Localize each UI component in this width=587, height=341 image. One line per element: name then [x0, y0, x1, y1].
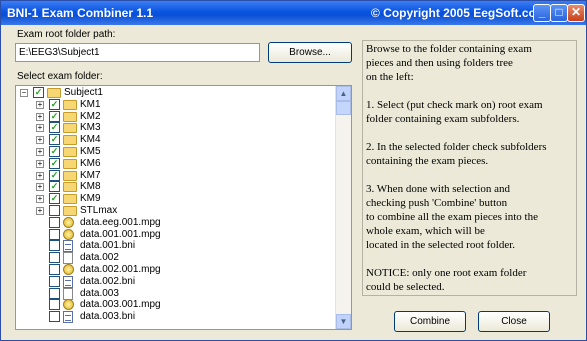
folder-tree[interactable]: − ✓ Subject1 + ✓ KM1 + ✓ KM2 + ✓ KM3 + ✓ KM4 + ✓ KM5 + ✓ KM6…	[15, 85, 352, 330]
folder-icon	[63, 194, 77, 205]
instructions-panel: Browse to the folder containing exam pie…	[362, 40, 577, 296]
expand-icon[interactable]: +	[36, 124, 44, 133]
window-title: BNI-1 Exam Combiner 1.1	[7, 6, 154, 20]
tree-item-label: KM4	[80, 134, 101, 146]
tree-item-checkbox[interactable]	[49, 252, 60, 264]
tree-item-label: data.003.bni	[80, 311, 136, 323]
tree-item-checkbox[interactable]: ✓	[49, 98, 60, 110]
combine-button[interactable]: Combine	[394, 311, 466, 332]
tree-item-checkbox[interactable]: ✓	[49, 181, 60, 193]
tree-item-label: KM7	[80, 169, 101, 181]
scroll-thumb[interactable]	[336, 101, 351, 115]
root-path-label: Exam root folder path:	[17, 29, 116, 40]
tree-item-checkbox[interactable]	[49, 205, 60, 216]
tree-item-checkbox[interactable]: ✓	[33, 87, 44, 98]
expand-icon[interactable]: +	[36, 171, 44, 180]
tree-item-checkbox[interactable]: ✓	[49, 122, 60, 134]
close-button[interactable]: Close	[478, 311, 550, 332]
tree-item-label: KM9	[80, 193, 101, 205]
tree-item-label: data.002.bni	[80, 275, 136, 287]
tree-item-checkbox[interactable]	[49, 240, 60, 252]
title-bar[interactable]: BNI-1 Exam Combiner 1.1 © Copyright 2005…	[1, 1, 586, 25]
tree-item-checkbox[interactable]	[49, 228, 60, 240]
maximize-button[interactable]: □	[550, 4, 568, 22]
tree-item-label: KM6	[80, 157, 101, 169]
tree-item-checkbox[interactable]: ✓	[49, 134, 60, 146]
tree-item-label: KM8	[80, 181, 101, 193]
app-window: BNI-1 Exam Combiner 1.1 © Copyright 2005…	[0, 0, 587, 341]
expand-icon[interactable]: +	[36, 100, 44, 109]
scroll-down-button[interactable]: ▼	[336, 314, 351, 329]
expand-icon[interactable]: +	[36, 136, 44, 145]
tree-item-label: KM1	[80, 98, 101, 110]
scroll-up-button[interactable]: ▲	[336, 86, 351, 101]
mpg-file-icon	[63, 264, 74, 275]
expand-icon[interactable]: +	[36, 195, 44, 204]
tree-item-checkbox[interactable]	[49, 311, 60, 323]
bni-file-icon	[63, 275, 73, 288]
tree-item-checkbox[interactable]	[49, 264, 60, 275]
tree-item-label: data.eeg.001.mpg	[80, 216, 161, 228]
mpg-file-icon	[63, 228, 74, 240]
instruction-paragraph: NOTICE: only one root exam folder could …	[366, 267, 527, 293]
tree-item-label: data.001.bni	[80, 240, 136, 252]
tree-item-checkbox[interactable]: ✓	[49, 110, 60, 122]
folder-icon	[63, 170, 77, 181]
tree-item-label: Subject1	[64, 87, 103, 98]
expand-icon[interactable]: +	[36, 148, 44, 156]
copyright-text: © Copyright 2005 EegSoft.com	[371, 6, 547, 20]
tree-item-checkbox[interactable]	[49, 275, 60, 287]
bni-file-icon	[63, 240, 73, 253]
expand-icon[interactable]: +	[36, 207, 44, 215]
select-folder-label: Select exam folder:	[17, 71, 103, 82]
folder-icon	[63, 99, 77, 110]
tree-item-label: data.003.001.mpg	[80, 299, 161, 311]
folder-icon	[63, 182, 77, 193]
folder-icon	[63, 206, 77, 216]
folder-icon	[63, 147, 77, 157]
generic-file-icon	[63, 287, 73, 300]
tree-item-label: KM3	[80, 122, 101, 134]
instruction-paragraph: 2. In the selected folder check subfolde…	[366, 141, 547, 167]
tree-item-checkbox[interactable]: ✓	[49, 157, 60, 169]
tree-item-checkbox[interactable]: ✓	[49, 169, 60, 181]
instruction-paragraph: 3. When done with selection and checking…	[366, 183, 538, 251]
folder-icon	[63, 111, 77, 122]
expand-icon[interactable]: +	[36, 183, 44, 192]
tree-item-checkbox[interactable]	[49, 299, 60, 311]
folder-icon	[47, 88, 61, 98]
minimize-button[interactable]: _	[533, 4, 551, 22]
expand-icon[interactable]: +	[36, 112, 44, 121]
tree-item-label: KM5	[80, 146, 101, 157]
tree-item-checkbox[interactable]	[49, 216, 60, 228]
close-window-button[interactable]: ✕	[567, 4, 585, 22]
browse-button[interactable]: Browse...	[268, 42, 352, 63]
instruction-paragraph: Browse to the folder containing exam pie…	[366, 43, 532, 83]
expand-icon[interactable]: +	[36, 159, 44, 168]
tree-item-label: data.002.001.mpg	[80, 264, 161, 275]
collapse-icon[interactable]: −	[20, 89, 28, 97]
folder-icon	[63, 158, 77, 169]
tree-item-checkbox[interactable]: ✓	[49, 146, 60, 157]
tree-item-checkbox[interactable]: ✓	[49, 193, 60, 205]
tree-scrollbar[interactable]: ▲ ▼	[335, 86, 351, 329]
tree-item-label: data.002	[80, 252, 119, 264]
tree-item-label: data.003	[80, 287, 119, 299]
bni-file-icon	[63, 311, 73, 324]
folder-icon	[63, 135, 77, 146]
tree-item-checkbox[interactable]	[49, 287, 60, 299]
instruction-paragraph: 1. Select (put check mark on) root exam …	[366, 99, 543, 125]
root-path-input[interactable]	[15, 43, 260, 62]
mpg-file-icon	[63, 216, 74, 228]
mpg-file-icon	[63, 299, 74, 311]
tree-item-label: KM2	[80, 110, 101, 122]
tree-item-label: data.001.001.mpg	[80, 228, 161, 240]
tree-item-label: STLmax	[80, 205, 118, 216]
generic-file-icon	[63, 252, 73, 265]
folder-icon	[63, 123, 77, 134]
